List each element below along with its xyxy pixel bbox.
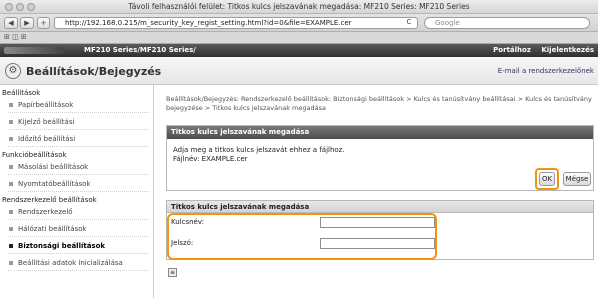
logo-bar xyxy=(4,47,64,54)
bullet-icon xyxy=(9,244,13,248)
search-input[interactable]: Google xyxy=(424,17,590,29)
bullet-icon xyxy=(9,227,13,231)
sidebar-item-label: Időzítő beállítási xyxy=(18,135,76,143)
window-titlebar: Távoli felhasználói felület: Titkos kulc… xyxy=(0,0,598,14)
back-button[interactable]: ◀ xyxy=(4,17,18,29)
sidebar-heading-settings[interactable]: Beállítások xyxy=(0,85,153,97)
page-title-area: ⚙ Beállítások/Bejegyzés E-mail a rendsze… xyxy=(0,57,598,85)
key-password-form: Titkos kulcs jelszavának megadása Kulcsn… xyxy=(166,200,594,260)
instruction-text: Adja meg a titkos kulcs jelszavát ehhez … xyxy=(173,146,345,154)
sidebar-heading-admin[interactable]: Rendszerkezelő beállítások xyxy=(0,192,153,204)
bullet-icon xyxy=(9,210,13,214)
sidebar-item-label: Kijelző beállítási xyxy=(18,118,75,126)
breadcrumb: Beállítások/Bejegyzés: Rendszerkezelő be… xyxy=(166,95,592,112)
sidebar-item-printer[interactable]: Nyomtatóbeállítások xyxy=(8,177,149,192)
ok-button[interactable]: OK xyxy=(539,172,555,186)
url-input[interactable]: http://192.168.0.215/m_security_key_regi… xyxy=(54,17,418,29)
bullet-icon xyxy=(9,137,13,141)
sidebar-item-label: Biztonsági beállítások xyxy=(18,242,106,250)
sidebar-item-display[interactable]: Kijelző beállítási xyxy=(8,115,149,130)
sidebar-item-copy[interactable]: Másolási beállítások xyxy=(8,160,149,175)
settings-gear-icon: ⚙ xyxy=(5,63,21,79)
product-name: MF210 Series/MF210 Series/ xyxy=(84,46,196,54)
bullet-icon xyxy=(9,165,13,169)
forward-button[interactable]: ▶ xyxy=(20,17,34,29)
password-label: Jelszó: xyxy=(171,239,194,247)
sidebar-item-label: Papírbeállítások xyxy=(18,101,74,109)
cancel-button[interactable]: Mégse xyxy=(563,172,591,186)
form-title: Titkos kulcs jelszavának megadása xyxy=(167,201,593,213)
portal-link[interactable]: Portálhoz xyxy=(493,46,531,54)
key-name-label: Kulcsnév: xyxy=(171,218,204,226)
panel-title: Titkos kulcs jelszavának megadása xyxy=(167,126,593,139)
sidebar-item-label: Hálózati beállítások xyxy=(18,225,87,233)
window-title: Távoli felhasználói felület: Titkos kulc… xyxy=(128,2,470,11)
sidebar-item-timer[interactable]: Időzítő beállítási xyxy=(8,132,149,147)
bookmarks-icon[interactable]: ⊞ ◫ ⊞ xyxy=(4,33,27,41)
password-prompt-panel: Titkos kulcs jelszavának megadása Adja m… xyxy=(166,125,594,191)
bullet-icon xyxy=(9,103,13,107)
page-title: Beállítások/Bejegyzés xyxy=(26,65,162,78)
url-text: http://192.168.0.215/m_security_key_regi… xyxy=(65,19,352,27)
add-bookmark-button[interactable]: + xyxy=(37,17,50,29)
bookmarks-bar: ⊞ ◫ ⊞ xyxy=(0,32,598,44)
sidebar: Beállítások Papírbeállítások Kijelző beá… xyxy=(0,85,154,298)
sidebar-item-initialize[interactable]: Beállítási adatok inicializálása xyxy=(8,256,149,271)
key-name-input[interactable] xyxy=(320,217,435,228)
file-name-text: Fájlnév: EXAMPLE.cer xyxy=(173,155,248,163)
sidebar-item-system-manager[interactable]: Rendszerkezelő xyxy=(8,205,149,220)
reload-icon[interactable]: C xyxy=(404,18,414,28)
bullet-icon xyxy=(9,182,13,186)
email-admin-link[interactable]: E-mail a rendszerkezelőnek xyxy=(498,67,594,75)
sidebar-item-network[interactable]: Hálózati beállítások xyxy=(8,222,149,237)
sidebar-item-label: Nyomtatóbeállítások xyxy=(18,180,91,188)
sidebar-item-paper[interactable]: Papírbeállítások xyxy=(8,98,149,113)
search-placeholder: Google xyxy=(435,19,460,27)
sidebar-item-label: Beállítási adatok inicializálása xyxy=(18,259,123,267)
bullet-icon xyxy=(9,261,13,265)
remote-ui-header: MF210 Series/MF210 Series/ Portálhoz Kij… xyxy=(0,44,598,57)
sidebar-item-label: Rendszerkezelő xyxy=(18,208,73,216)
logout-link[interactable]: Kijelentkezés xyxy=(541,46,594,54)
sidebar-heading-function[interactable]: Funkcióbeállítások xyxy=(0,147,153,159)
bullet-icon xyxy=(9,120,13,124)
password-input[interactable] xyxy=(320,238,435,249)
browser-toolbar: ◀ ▶ + http://192.168.0.215/m_security_ke… xyxy=(0,14,598,32)
page-icon[interactable]: ≡ xyxy=(168,268,177,277)
sidebar-item-security[interactable]: Biztonsági beállítások xyxy=(8,239,149,254)
sidebar-item-label: Másolási beállítások xyxy=(18,163,89,171)
